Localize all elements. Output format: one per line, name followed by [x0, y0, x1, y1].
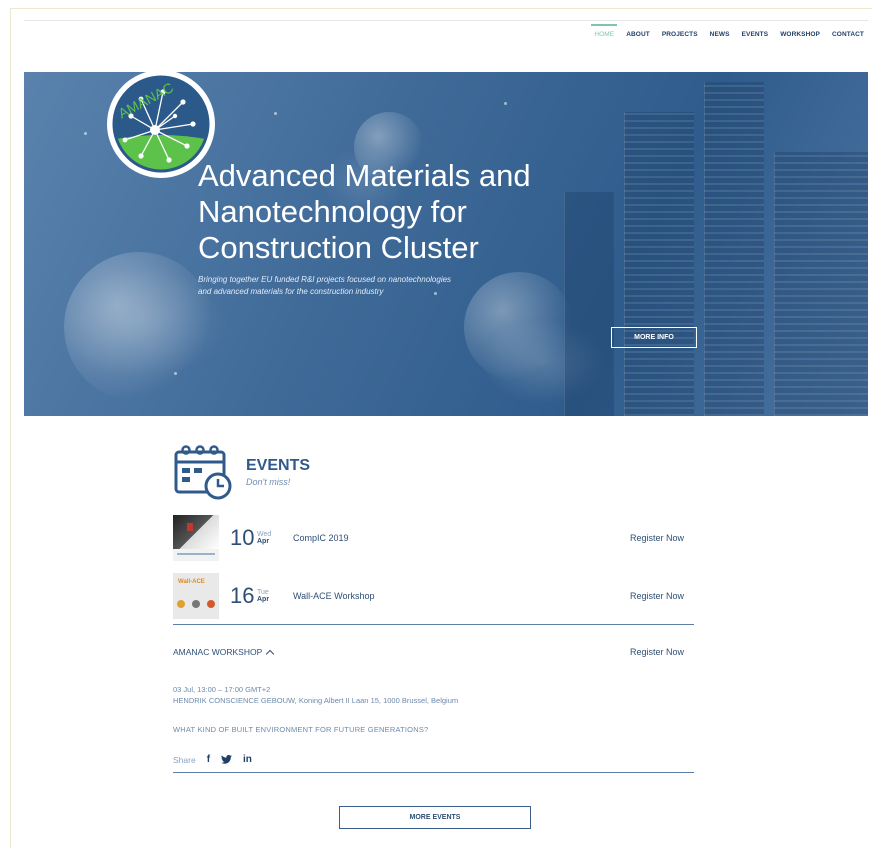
amanac-logo-graphic: AMANAC	[112, 75, 210, 173]
nav-workshop[interactable]: WORKSHOP	[780, 24, 820, 38]
header-divider	[24, 20, 868, 21]
register-now-link[interactable]: Register Now	[630, 591, 684, 601]
hero-bg-dot	[174, 372, 177, 375]
calendar-clock-icon	[174, 445, 232, 500]
event-day: 10	[230, 525, 255, 550]
nav-news[interactable]: NEWS	[710, 24, 730, 38]
register-now-link[interactable]: Register Now	[630, 647, 684, 657]
amanac-logo[interactable]: AMANAC	[107, 70, 215, 178]
workshop-event-header: AMANAC WORKSHOP Register Now	[173, 647, 694, 659]
event-title[interactable]: Wall-ACE Workshop	[293, 591, 630, 601]
hero-bg-building	[704, 82, 764, 416]
event-thumbnail[interactable]: Wall-ACE	[173, 573, 219, 619]
event-date-meta: Tue Apr	[257, 589, 287, 603]
main-nav: HOME ABOUT PROJECTS NEWS EVENTS WORKSHOP…	[591, 24, 864, 38]
twitter-icon[interactable]	[221, 755, 232, 764]
thumbnail-brand-text: Wall-ACE	[178, 579, 205, 585]
event-row[interactable]: Wall-ACE 16 Tue Apr Wall-ACE Workshop Re…	[173, 573, 694, 619]
events-header: EVENTS Don't miss!	[174, 444, 310, 500]
more-events-button[interactable]: MORE EVENTS	[339, 806, 531, 829]
event-date-meta: Wed Apr	[257, 531, 287, 545]
event-weekday: Wed	[257, 531, 272, 538]
facebook-icon[interactable]: f	[207, 754, 210, 765]
register-now-link[interactable]: Register Now	[630, 533, 684, 543]
hero-title-line: Nanotechnology for	[198, 194, 467, 229]
hero-subtitle: Bringing together EU funded R&I projects…	[198, 274, 498, 298]
hero-bg-sphere	[64, 252, 214, 402]
share-label: Share	[173, 754, 196, 765]
hero-bg-dot	[274, 112, 277, 115]
nav-home[interactable]: HOME	[591, 24, 618, 38]
event-divider	[173, 624, 694, 625]
workshop-title: AMANAC WORKSHOP	[173, 647, 263, 657]
event-month: Apr	[257, 538, 270, 545]
share-bar: Share f in	[173, 754, 252, 765]
more-info-button[interactable]: MORE INFO	[611, 327, 697, 348]
events-tagline: Don't miss!	[246, 477, 291, 487]
hero-title-line: Construction Cluster	[198, 230, 479, 265]
hero-title: Advanced Materials and Nanotechnology fo…	[198, 158, 638, 266]
hero-title-line: Advanced Materials and	[198, 158, 531, 193]
workshop-location: HENDRIK CONSCIENCE GEBOUW, Koning Albert…	[173, 696, 459, 705]
linkedin-icon[interactable]: in	[243, 754, 252, 765]
events-heading: EVENTS Don't miss!	[246, 457, 310, 487]
event-thumbnail[interactable]	[173, 515, 219, 561]
event-weekday: Tue	[257, 589, 269, 596]
nav-about[interactable]: ABOUT	[626, 24, 650, 38]
hero-subtitle-line: Bringing together EU funded R&I projects…	[198, 275, 452, 284]
event-row[interactable]: 10 Wed Apr CompIC 2019 Register Now	[173, 515, 694, 561]
workshop-question: WHAT KIND OF BUILT ENVIRONMENT FOR FUTUR…	[173, 725, 429, 734]
nav-events[interactable]: EVENTS	[742, 24, 769, 38]
nav-contact[interactable]: CONTACT	[832, 24, 864, 38]
hero-bg-dot	[504, 102, 507, 105]
event-month: Apr	[257, 596, 270, 603]
events-title: EVENTS	[246, 457, 311, 474]
event-title[interactable]: CompIC 2019	[293, 533, 630, 543]
workshop-toggle[interactable]: AMANAC WORKSHOP	[173, 647, 275, 659]
hero-bg-dot	[84, 132, 87, 135]
chevron-up-icon	[266, 649, 275, 659]
hero-bg-building	[774, 152, 868, 416]
event-day: 16	[230, 583, 255, 608]
hero-subtitle-line: and advanced materials for the construct…	[198, 287, 384, 296]
workshop-details: 03 Jul, 13:00 – 17:00 GMT+2 HENDRIK CONS…	[173, 684, 458, 706]
workshop-datetime: 03 Jul, 13:00 – 17:00 GMT+2	[173, 685, 271, 694]
nav-projects[interactable]: PROJECTS	[662, 24, 698, 38]
event-divider	[173, 772, 694, 773]
